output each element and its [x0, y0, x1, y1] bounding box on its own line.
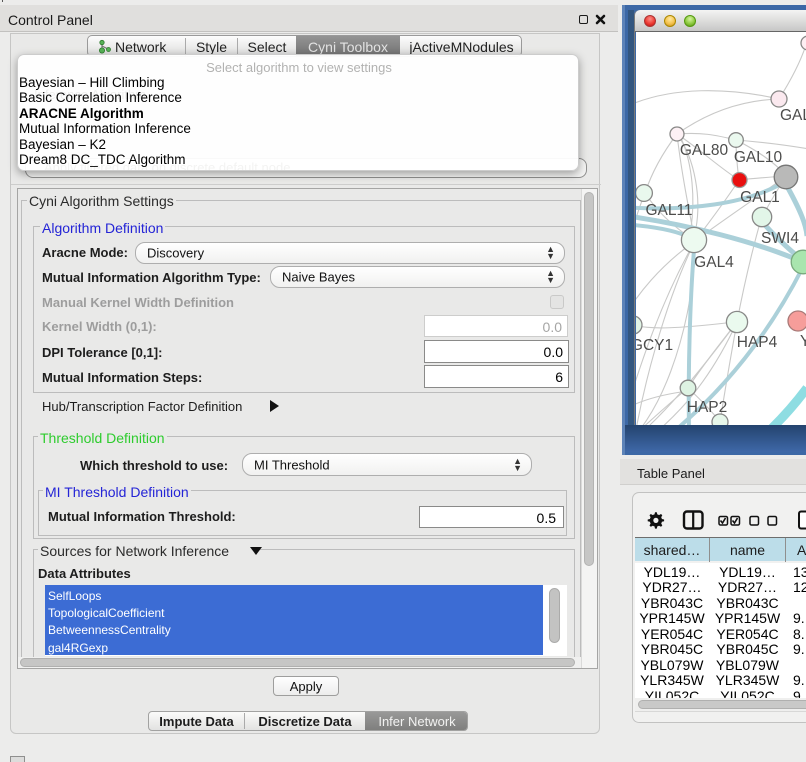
svg-text:GAL: GAL — [780, 107, 806, 124]
svg-text:SWI4: SWI4 — [761, 230, 799, 247]
svg-text:GAL10: GAL10 — [734, 149, 783, 166]
svg-text:GAL1: GAL1 — [740, 189, 780, 206]
svg-text:HAP2: HAP2 — [687, 399, 728, 416]
svg-text:GCY1: GCY1 — [636, 337, 673, 354]
svg-text:GAL4: GAL4 — [694, 254, 734, 271]
svg-text:Y: Y — [800, 333, 806, 350]
svg-text:HAP4: HAP4 — [737, 334, 778, 351]
svg-text:GAL80: GAL80 — [680, 142, 729, 159]
svg-text:GAL11: GAL11 — [645, 202, 692, 219]
